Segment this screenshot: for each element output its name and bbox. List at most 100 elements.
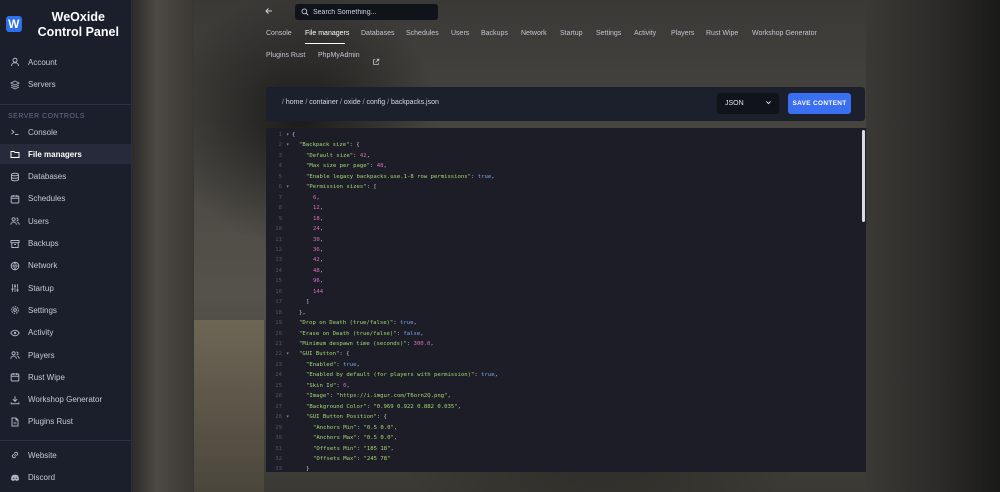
sidebar-item-startup[interactable]: Startup [0,278,131,298]
calendar-icon [10,372,20,382]
code-line: 9 18, [266,216,864,226]
code-text: 12, [313,205,323,211]
code-line: 17] [266,299,864,309]
fold-toggle-icon[interactable]: ▾ [286,351,289,357]
code-token: , [393,424,398,431]
sidebar-item-label: Schedules [28,194,66,204]
code-token: "Max size per page" [306,163,370,170]
sidebar-item-databases[interactable]: Databases [0,167,131,187]
tab-schedules[interactable]: Schedules [406,30,439,37]
tab-databases[interactable]: Databases [361,30,394,37]
tab-network[interactable]: Network [521,30,547,37]
breadcrumb-item[interactable]: container [309,99,338,106]
line-number: 1 [278,132,282,138]
sidebar-item-schedules[interactable]: Schedules [0,189,131,209]
line-number: 32 [275,455,282,462]
code-line: 16 144 [266,289,864,299]
chevron-down-icon [765,99,772,108]
sliders-icon [10,283,20,293]
fold-toggle-icon[interactable]: ▾ [286,184,289,190]
sidebar-item-workshop-generator[interactable]: Workshop Generator [0,390,131,410]
code-line: 19 "Drop on Death (true/false)": true, [266,320,864,330]
brand-name: WeOxide Control Panel [37,10,119,39]
sidebar-item-website[interactable]: Website [0,445,131,465]
line-number: 18 [275,309,282,316]
sidebar-item-network[interactable]: Network [0,256,131,276]
tab-file-managers[interactable]: File managers [305,30,349,37]
code-token: : [356,455,364,462]
tab-players[interactable]: Players [671,30,694,37]
code-text: 30, [313,237,323,243]
fold-toggle-icon[interactable]: ▾ [286,142,289,148]
sidebar-item-backups[interactable]: Backups [0,234,131,254]
tab-rust-wipe[interactable]: Rust Wipe [706,30,738,37]
sidebar-item-plugins-rust[interactable]: Plugins Rust [0,412,131,432]
search-box[interactable] [295,4,438,20]
breadcrumb-item[interactable]: home [286,99,304,106]
tab-workshop-generator[interactable]: Workshop Generator [752,30,817,37]
code-token: : { [339,351,350,358]
breadcrumb-item[interactable]: oxide [344,99,361,106]
sidebar-item-users[interactable]: Users [0,211,131,231]
sidebar-item-activity[interactable]: Activity [0,323,131,343]
line-number: 22 [275,351,282,358]
tab-users[interactable]: Users [451,30,469,37]
breadcrumb-item[interactable]: backpacks.json [391,99,439,106]
tab-startup[interactable]: Startup [560,30,583,37]
sidebar-item-account[interactable]: Account [0,52,131,72]
tab-settings[interactable]: Settings [596,30,621,37]
tab-activity[interactable]: Activity [634,30,656,37]
sidebar-item-file-managers[interactable]: File managers [0,144,131,165]
sidebar-item-settings[interactable]: Settings [0,300,131,320]
fold-toggle-icon[interactable]: ▾ [286,132,289,138]
link-icon [10,450,20,460]
sidebar-item-rust-wipe[interactable]: Rust Wipe [0,367,131,387]
code-token: : [356,424,364,431]
background-wall [132,0,194,492]
code-token: true [343,361,357,368]
brand[interactable]: W WeOxide Control Panel [0,0,131,52]
code-line: 27 "Background Color": "0.969 0.922 0.882… [266,404,864,414]
code-line: 24 "Enabled by default (for players with … [266,372,864,382]
external-link-icon[interactable] [372,53,380,71]
tab-phpmyadmin[interactable]: PhpMyAdmin [318,52,360,59]
code-token: , [413,320,417,327]
code-token: , [491,173,495,180]
tab-backups[interactable]: Backups [481,30,508,37]
sidebar-item-servers[interactable]: Servers [0,75,131,95]
code-token: "0.5 0.0" [363,435,394,442]
code-line: 18}, [266,310,864,320]
line-number: 8 [278,205,282,212]
code-token: , [457,403,461,410]
sidebar: W WeOxide Control Panel Account Servers Co… [0,0,132,492]
sidebar-item-discord[interactable]: Discord [0,468,131,488]
code-token: "Drop on Death (true/false)" [299,320,394,327]
code-text: 36, [313,247,323,253]
code-line: 13 42, [266,257,864,267]
code-token: "Backpack size" [299,142,350,149]
code-text: "Offsets Max": "245 78" [313,456,390,462]
fold-toggle-icon[interactable]: ▾ [286,414,289,420]
save-content-button[interactable]: SAVE CONTENT [788,93,851,114]
users-icon [10,350,20,360]
code-token: , [393,435,398,442]
sidebar-item-console[interactable]: Console [0,122,131,142]
search-input[interactable] [313,8,433,16]
language-select[interactable]: JSON [717,93,779,114]
back-arrow-icon[interactable] [264,6,278,18]
line-number: 16 [275,288,282,295]
code-token: , [420,330,424,337]
line-number: 2 [278,142,282,149]
breadcrumb-item[interactable]: config [366,99,385,106]
code-text: "GUI Button": { [299,351,350,357]
sidebar-item-players[interactable]: Players [0,345,131,365]
line-number: 20 [275,330,282,337]
tab-console[interactable]: Console [266,30,292,37]
tab-plugins-rust[interactable]: Plugins Rust [266,52,305,59]
gear-icon [10,305,20,315]
folder-icon [10,149,20,159]
code-token: 42 [313,257,320,264]
code-token: "Anchors Max" [313,435,357,442]
code-editor[interactable]: 1 ▾{2 ▾ "Backpack size": {3 "Default size": … [266,128,866,472]
code-text: 96, [313,278,323,284]
